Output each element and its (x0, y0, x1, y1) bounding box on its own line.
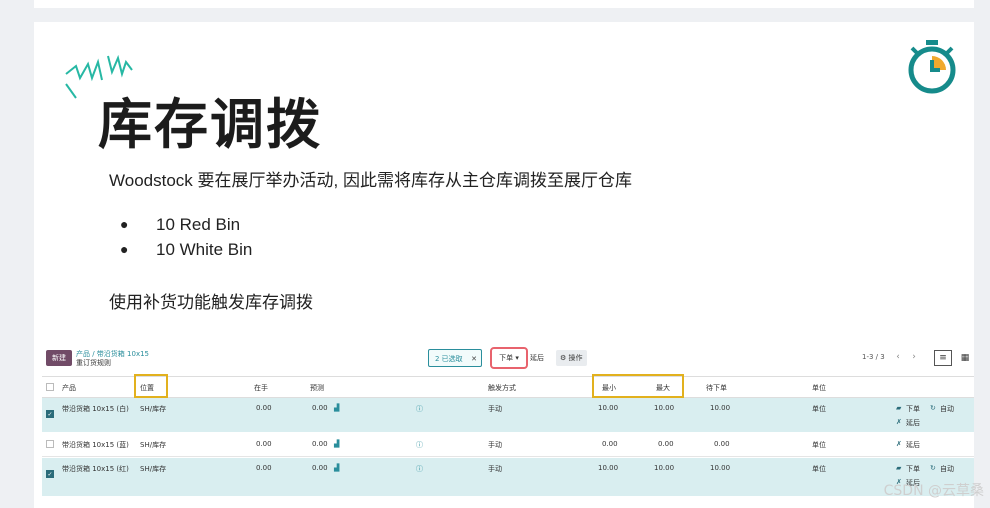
col-uom[interactable]: 单位 (812, 383, 826, 393)
automate-button[interactable]: 自动 (940, 404, 954, 414)
forecast-chart-icon[interactable]: ▟ (334, 440, 339, 448)
stopwatch-icon (908, 40, 956, 94)
cell-location: SH/库存 (140, 441, 167, 449)
cell-on-hand: 0.00 (256, 440, 272, 448)
order-dropdown-button[interactable]: 下单 ▾ (490, 347, 528, 369)
cell-forecast: 0.00 (312, 464, 328, 472)
col-forecast[interactable]: 预测 (310, 383, 324, 393)
cell-max: 10.00 (654, 464, 675, 472)
page-title: 重订货规则 (76, 359, 111, 367)
select-all-checkbox[interactable] (46, 383, 54, 391)
truck-icon: ▰ (896, 464, 902, 472)
slide-title: 库存调拨 (98, 93, 322, 156)
cell-trigger: 手动 (488, 405, 502, 413)
order-once-button[interactable]: 下单 (906, 404, 920, 414)
snooze-button[interactable]: 延后 (906, 418, 920, 428)
action-paragraph: 使用补货功能触发库存调拨 (109, 293, 313, 312)
row-checkbox[interactable]: ✓ (46, 470, 54, 478)
cell-max: 0.00 (658, 440, 674, 448)
cell-uom: 单位 (812, 465, 826, 473)
cell-trigger: 手动 (488, 441, 502, 449)
cell-on-hand: 0.00 (256, 404, 272, 412)
forecast-chart-icon[interactable]: ▟ (334, 464, 339, 472)
cell-on-hand: 0.00 (256, 464, 272, 472)
cell-product: 带沿货箱 10x15 (白) (62, 405, 129, 413)
min-max-highlight-box (592, 374, 684, 398)
cell-uom: 单位 (812, 405, 826, 413)
cell-min: 0.00 (602, 440, 618, 448)
kanban-view-icon[interactable]: ▦ (956, 350, 974, 366)
info-icon[interactable]: ⓘ (416, 464, 423, 474)
cell-to-order: 10.00 (710, 404, 731, 412)
pager-next-icon[interactable]: › (906, 349, 922, 365)
postpone-button[interactable]: 延后 (530, 350, 544, 366)
table-row[interactable]: ✓ 带沿货箱 10x15 (白) SH/库存 0.00 0.00 ▟ ⓘ 手动 … (42, 398, 974, 432)
snooze-icon: ✗ (896, 418, 902, 426)
cell-forecast: 0.00 (312, 404, 328, 412)
order-once-button[interactable]: 下单 (906, 464, 920, 474)
selection-tag[interactable]: 2 已选取 ✕ (428, 349, 482, 367)
info-icon[interactable]: ⓘ (416, 404, 423, 414)
new-button[interactable]: 新建 (46, 350, 72, 366)
cell-min: 10.00 (598, 464, 619, 472)
col-trigger[interactable]: 触发方式 (488, 383, 516, 393)
cell-product: 带沿货箱 10x15 (红) (62, 465, 129, 473)
info-icon[interactable]: ⓘ (416, 440, 423, 450)
col-product[interactable]: 产品 (62, 383, 76, 393)
watermark: CSDN @云草桑 (883, 483, 984, 499)
refresh-icon: ↻ (930, 464, 936, 472)
cell-trigger: 手动 (488, 465, 502, 473)
cell-max: 10.00 (654, 404, 675, 412)
refresh-icon: ↻ (930, 404, 936, 412)
cell-min: 10.00 (598, 404, 619, 412)
slide: 库存调拨 Woodstock 要在展厅举办活动, 因此需将库存从主仓库调拨至展厅… (34, 22, 974, 508)
forecast-chart-icon[interactable]: ▟ (334, 404, 339, 412)
cell-location: SH/库存 (140, 405, 167, 413)
table-row[interactable]: 带沿货箱 10x15 (蓝) SH/库存 0.00 0.00 ▟ ⓘ 手动 0.… (42, 434, 974, 457)
location-highlight-box (134, 374, 168, 398)
col-to-order[interactable]: 待下单 (706, 383, 727, 393)
pager-prev-icon[interactable]: ‹ (890, 349, 906, 365)
intro-paragraph: Woodstock 要在展厅举办活动, 因此需将库存从主仓库调拨至展厅仓库 (109, 171, 632, 190)
pager: 1-3 / 3 (862, 353, 885, 361)
list-view-icon[interactable]: ≡ (934, 350, 952, 366)
row-checkbox[interactable] (46, 440, 54, 448)
automate-button[interactable]: 自动 (940, 464, 954, 474)
cell-location: SH/库存 (140, 465, 167, 473)
truck-icon: ▰ (896, 404, 902, 412)
cell-forecast: 0.00 (312, 440, 328, 448)
cell-to-order: 0.00 (714, 440, 730, 448)
cell-to-order: 10.00 (710, 464, 731, 472)
bullet-item: 10 White Bin (120, 237, 252, 262)
close-icon[interactable]: ✕ (471, 350, 477, 368)
previous-slide-edge (34, 0, 974, 8)
table-header: 产品 位置 在手 预测 触发方式 最小 最大 待下单 单位 (42, 376, 974, 398)
action-menu-button[interactable]: ⚙ 操作 (556, 350, 587, 366)
cell-product: 带沿货箱 10x15 (蓝) (62, 441, 129, 449)
snooze-icon: ✗ (896, 440, 902, 448)
snooze-button[interactable]: 延后 (906, 440, 920, 450)
bullet-list: 10 Red Bin 10 White Bin (120, 212, 252, 262)
col-on-hand[interactable]: 在手 (254, 383, 268, 393)
replenishment-screenshot: 新建 产品 / 带沿货箱 10x15 重订货规则 2 已选取 ✕ 下单 ▾ 延后… (42, 344, 974, 508)
selection-count: 2 已选取 (435, 355, 463, 363)
cell-uom: 单位 (812, 441, 826, 449)
bullet-item: 10 Red Bin (120, 212, 252, 237)
table-row[interactable]: ✓ 带沿货箱 10x15 (红) SH/库存 0.00 0.00 ▟ ⓘ 手动 … (42, 458, 974, 496)
row-checkbox[interactable]: ✓ (46, 410, 54, 418)
